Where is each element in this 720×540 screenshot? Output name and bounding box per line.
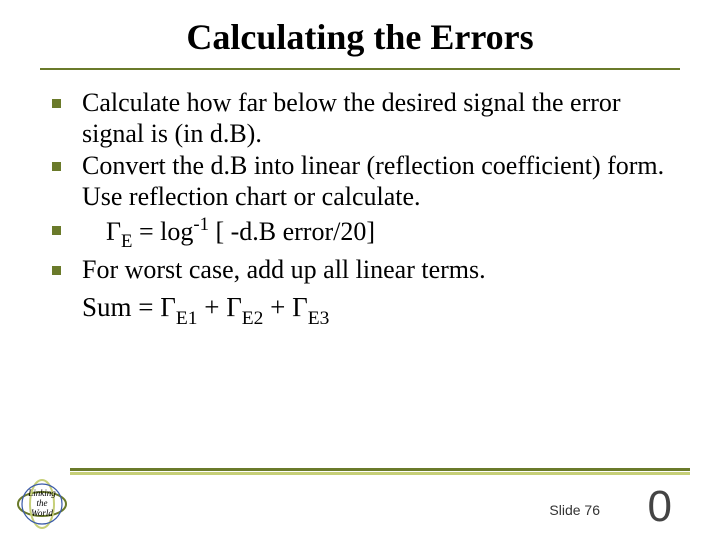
sum-sub: E2 — [242, 308, 264, 329]
gamma: Γ — [292, 292, 308, 322]
slide-title: Calculating the Errors — [0, 0, 720, 68]
formula-sub: E — [121, 231, 132, 252]
footer-zero-icon: 0 — [648, 482, 672, 532]
logo-text-3: World — [31, 508, 53, 518]
slide-number: Slide 76 — [549, 502, 600, 518]
bullet-text: For worst case, add up all linear terms. — [82, 255, 486, 284]
bullet-item: For worst case, add up all linear terms. — [40, 255, 680, 286]
sum-plus: + — [263, 292, 292, 322]
bullet-list: Calculate how far below the desired sign… — [40, 88, 680, 285]
formula-suffix: [ -d.B error/20] — [209, 217, 375, 246]
footer: Linking the World Slide 76 0 — [0, 460, 720, 540]
sum-sub: E1 — [176, 308, 198, 329]
logo-text-2: the — [37, 498, 48, 508]
gamma: Γ — [226, 292, 242, 322]
gamma: Γ — [106, 217, 121, 246]
sum-line: Sum = ΓE1 + ΓE2 + ΓE3 — [40, 291, 680, 329]
footer-rule-1 — [70, 468, 690, 471]
footer-rule-2 — [70, 472, 690, 475]
formula-exp: -1 — [193, 214, 209, 235]
logo-icon: Linking the World — [14, 476, 70, 532]
formula-mid: = log — [132, 217, 193, 246]
sum-lead: Sum = — [82, 292, 160, 322]
slide: Calculating the Errors Calculate how far… — [0, 0, 720, 540]
bullet-item: Calculate how far below the desired sign… — [40, 88, 680, 149]
bullet-text: Convert the d.B into linear (reflection … — [82, 151, 664, 211]
formula-line: ΓE = log-1 [ -d.B error/20] — [82, 217, 375, 246]
gamma: Γ — [160, 292, 176, 322]
footer-divider — [70, 468, 690, 476]
sum-sub: E3 — [308, 308, 330, 329]
content-area: Calculate how far below the desired sign… — [40, 88, 680, 329]
sum-plus: + — [197, 292, 226, 322]
logo-text-1: Linking — [27, 488, 56, 498]
bullet-item: Convert the d.B into linear (reflection … — [40, 151, 680, 212]
bullet-text: Calculate how far below the desired sign… — [82, 88, 621, 148]
title-divider — [40, 68, 680, 70]
bullet-item: ΓE = log-1 [ -d.B error/20] — [40, 215, 680, 253]
